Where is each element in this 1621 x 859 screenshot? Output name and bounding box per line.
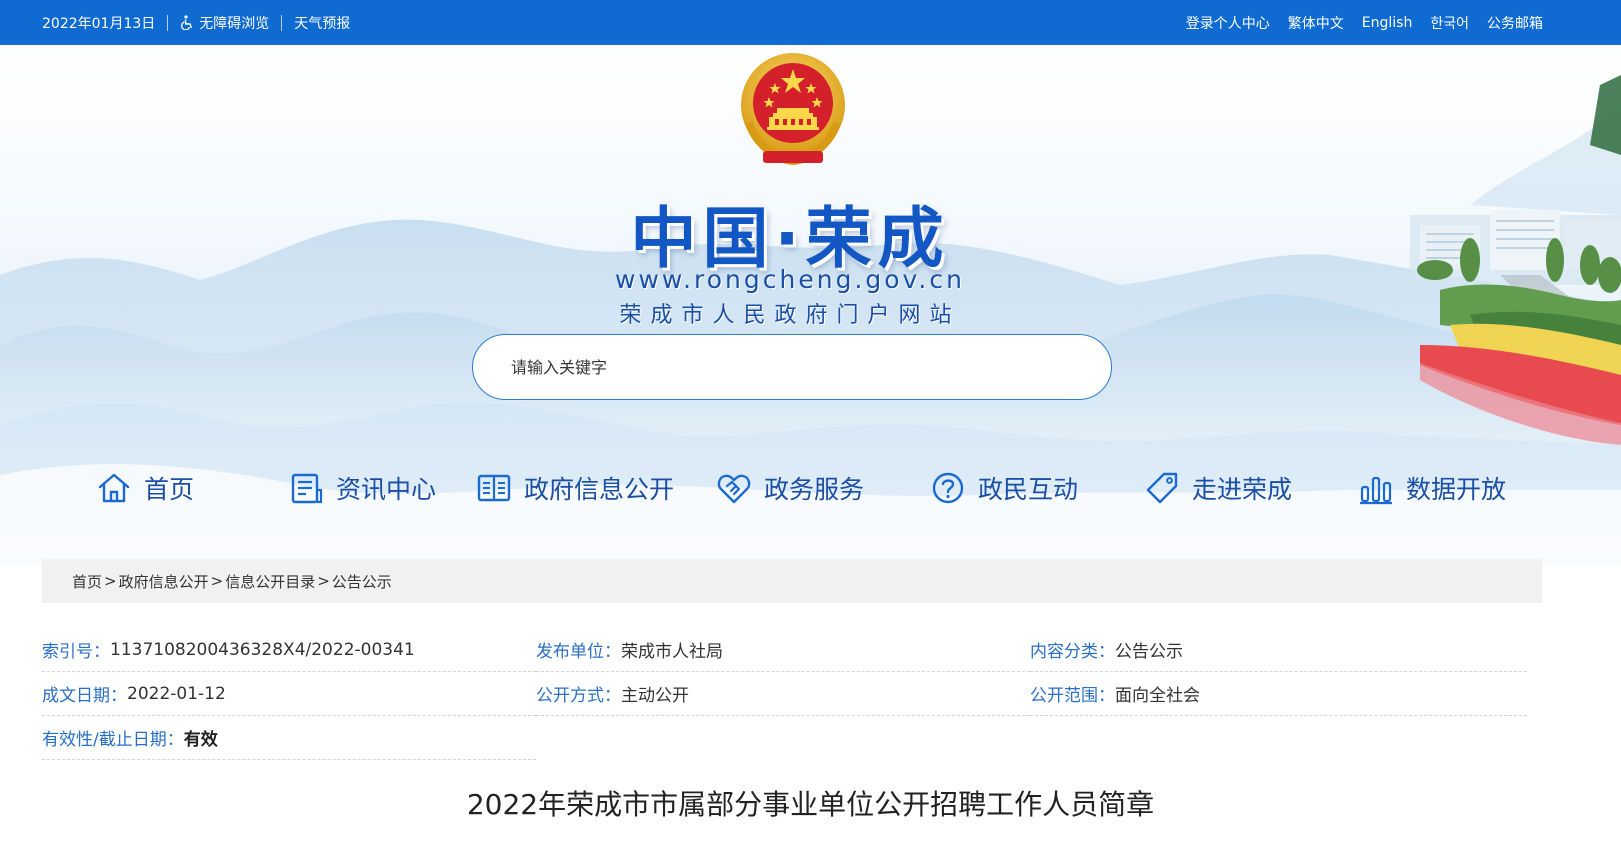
current-date: 2022年01月13日 [42,15,156,32]
meta-scope: 公开范围： 面向全社会 [1030,672,1527,716]
nav-item-home[interactable]: 首页 [96,462,194,514]
meta-index: 索引号： 1137108200436328X4/2022-00341 [42,628,536,672]
korean-link[interactable]: 한국어 [1430,13,1469,33]
meta-method: 公开方式： 主动公开 [536,672,1030,716]
site-subtitle: 荣成市人民政府门户网站 [619,303,961,328]
top-bar: 2022年01月13日 无障碍浏览 天气预报 登录个人中心 繁体中文 Engli… [0,0,1621,45]
weather-link[interactable]: 天气预报 [294,13,350,33]
book-icon [477,474,511,502]
meta-value: 公告公示 [1115,642,1183,662]
meta-value: 荣成市人社局 [621,642,723,662]
bar-chart-icon [1360,476,1392,505]
main-nav: 首页 资讯中心 政府信息公开 政务服务 政民互动 走进荣成 数据开放 [0,462,1621,514]
meta-row: 索引号： 1137108200436328X4/2022-00341 发布单位：… [42,628,1527,672]
document-icon [291,473,323,504]
nav-label: 政民互动 [978,475,1079,504]
divider [281,14,283,31]
meta-value: 有效 [183,730,218,750]
breadcrumb-home[interactable]: 首页 [72,571,102,592]
wheelchair-icon [181,15,193,30]
nav-label: 首页 [144,475,195,504]
meta-key: 公开方式： [536,686,621,706]
meta-key: 发布单位： [536,642,621,662]
home-icon [98,473,130,503]
nav-item-news[interactable]: 资讯中心 [288,462,436,514]
meta-row: 成文日期： 2022-01-12 公开方式： 主动公开 公开范围： 面向全社会 [42,672,1527,716]
meta-value: 2022-01-12 [127,683,226,704]
handshake-icon [717,474,751,504]
breadcrumb: 首页 > 政府信息公开 > 信息公开目录 > 公告公示 [42,559,1542,603]
question-icon [932,472,964,504]
document-meta-table: 索引号： 1137108200436328X4/2022-00341 发布单位：… [42,628,1527,760]
nav-label: 走进荣成 [1192,475,1293,504]
nav-label: 政府信息公开 [524,475,675,504]
breadcrumb-catalog[interactable]: 信息公开目录 [225,571,315,592]
traditional-chinese-link[interactable]: 繁体中文 [1288,13,1344,33]
site-url: www.rongcheng.gov.cn [615,265,965,294]
meta-row: 有效性/截止日期： 有效 [42,716,1527,760]
nav-label: 政务服务 [764,475,865,504]
nav-item-open-data[interactable]: 数据开放 [1358,462,1506,514]
meta-category: 内容分类： 公告公示 [1030,628,1527,672]
breadcrumb-separator: > [317,572,330,590]
meta-value: 面向全社会 [1115,686,1200,706]
meta-date: 成文日期： 2022-01-12 [42,672,536,716]
login-link[interactable]: 登录个人中心 [1186,13,1270,33]
top-bar-left: 2022年01月13日 无障碍浏览 天气预报 [42,0,350,45]
meta-key: 公开范围： [1030,686,1115,706]
meta-key: 内容分类： [1030,642,1115,662]
nav-label: 资讯中心 [336,475,437,504]
city-scenery [1410,75,1621,445]
english-link[interactable]: English [1362,15,1413,31]
meta-key: 有效性/截止日期： [42,730,184,750]
top-bar-right: 登录个人中心 繁体中文 English 한국어 公务邮箱 [1186,0,1543,45]
breadcrumb-announcement[interactable]: 公告公示 [332,571,392,592]
nav-item-about[interactable]: 走进荣成 [1144,462,1292,514]
tag-icon [1146,472,1178,504]
divider [167,14,169,31]
meta-value: 1137108200436328X4/2022-00341 [110,639,415,660]
meta-key: 成文日期： [42,686,127,706]
article-title: 2022年荣成市市属部分事业单位公开招聘工作人员简章 [466,788,1155,821]
accessibility-link[interactable]: 无障碍浏览 [180,13,269,33]
search-box [472,334,1112,400]
national-emblem-icon [741,53,845,166]
meta-value: 主动公开 [621,686,689,706]
breadcrumb-separator: > [210,572,224,590]
nav-item-interaction[interactable]: 政民互动 [930,462,1078,514]
breadcrumb-gov-info[interactable]: 政府信息公开 [119,571,209,592]
nav-item-gov-info[interactable]: 政府信息公开 [476,462,674,514]
accessibility-label: 无障碍浏览 [199,15,270,32]
nav-item-services[interactable]: 政务服务 [716,462,864,514]
meta-publisher: 发布单位： 荣成市人社局 [536,628,1030,672]
mail-link[interactable]: 公务邮箱 [1487,13,1543,33]
meta-key: 索引号： [42,642,110,662]
nav-label: 数据开放 [1406,475,1507,504]
breadcrumb-separator: > [104,572,117,590]
meta-validity: 有效性/截止日期： 有效 [42,716,536,760]
search-input[interactable] [511,357,1071,377]
